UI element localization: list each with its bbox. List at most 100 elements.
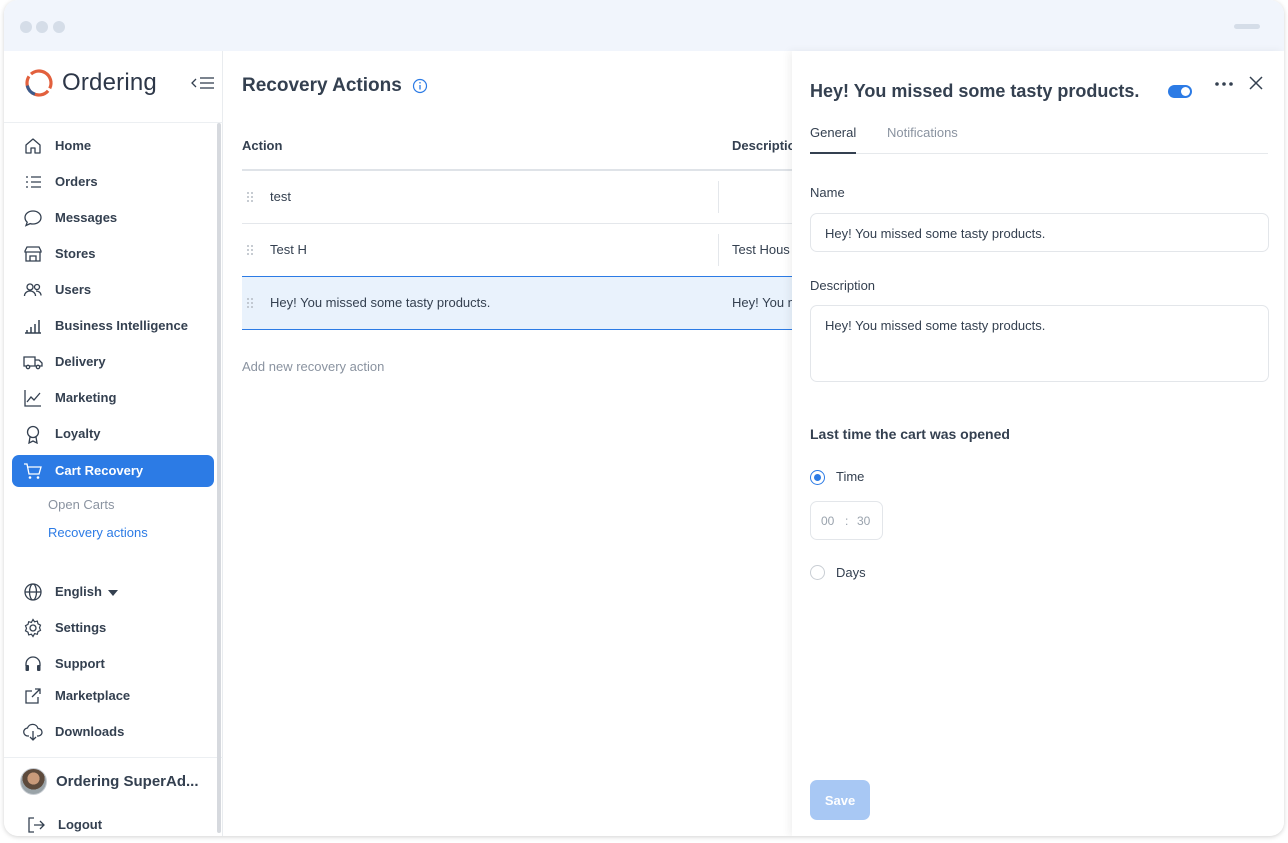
drag-handle-icon[interactable] bbox=[246, 297, 254, 309]
description-cell: Test Hous bbox=[732, 242, 790, 257]
line-chart-icon bbox=[24, 390, 41, 407]
user-profile[interactable]: Ordering SuperAd... bbox=[18, 767, 218, 797]
sidebar-item-home[interactable]: Home bbox=[12, 130, 214, 162]
sidebar-item-stores[interactable]: Stores bbox=[12, 238, 214, 270]
name-input[interactable]: Hey! You missed some tasty products. bbox=[810, 213, 1269, 252]
language-label: English bbox=[55, 584, 118, 599]
column-header-action: Action bbox=[242, 138, 283, 153]
logo: Ordering bbox=[24, 67, 157, 99]
recovery-action-detail-panel: Hey! You missed some tasty products. Gen… bbox=[792, 51, 1284, 836]
sidebar-item-label: Cart Recovery bbox=[55, 463, 144, 478]
sidebar-item-users[interactable]: Users bbox=[12, 274, 214, 306]
column-divider bbox=[718, 181, 719, 213]
sidebar: Ordering Home Orders Messages Stores Use… bbox=[4, 51, 223, 836]
page-title: Recovery Actions bbox=[242, 75, 402, 96]
collapse-menu-icon bbox=[191, 77, 214, 89]
sidebar-item-label: Settings bbox=[55, 620, 107, 635]
sidebar-item-label: Marketing bbox=[55, 390, 117, 405]
home-icon bbox=[25, 138, 41, 154]
description-textarea[interactable]: Hey! You missed some tasty products. bbox=[810, 305, 1269, 382]
sidebar-item-cart-recovery[interactable]: Cart Recovery bbox=[12, 455, 214, 487]
more-options-icon[interactable] bbox=[1212, 77, 1236, 91]
sidebar-item-label: Loyalty bbox=[55, 426, 101, 441]
panel-tabs: General Notifications bbox=[810, 125, 1268, 154]
chat-bubble-icon bbox=[24, 210, 42, 227]
sidebar-scrollbar[interactable] bbox=[217, 123, 221, 833]
action-cell: Test H bbox=[270, 242, 307, 257]
time-hours[interactable]: 00 bbox=[821, 514, 834, 528]
action-cell: Hey! You missed some tasty products. bbox=[270, 295, 491, 310]
time-separator: : bbox=[845, 514, 849, 528]
sidebar-item-label: Delivery bbox=[55, 354, 106, 369]
column-header-description: Descriptio bbox=[732, 138, 796, 153]
ordering-logo-icon bbox=[25, 69, 53, 97]
tab-notifications[interactable]: Notifications bbox=[887, 125, 958, 148]
window-dot bbox=[20, 21, 32, 33]
add-recovery-action-link[interactable]: Add new recovery action bbox=[242, 359, 384, 374]
sidebar-item-orders[interactable]: Orders bbox=[12, 166, 214, 198]
external-link-icon bbox=[25, 688, 41, 704]
language-selector[interactable]: English bbox=[12, 576, 214, 608]
gear-icon bbox=[24, 618, 42, 638]
action-cell: test bbox=[270, 189, 291, 204]
users-icon bbox=[23, 283, 42, 297]
sidebar-item-business-intelligence[interactable]: Business Intelligence bbox=[12, 310, 214, 342]
window-titlebar bbox=[4, 0, 1284, 51]
sidebar-subitem-recovery-actions[interactable]: Recovery actions bbox=[48, 525, 148, 540]
window-menu-bar bbox=[1234, 24, 1260, 29]
cart-icon bbox=[24, 463, 42, 479]
name-label: Name bbox=[810, 185, 845, 200]
description-cell: Hey! You m bbox=[732, 295, 792, 310]
sidebar-subitem-open-carts[interactable]: Open Carts bbox=[48, 497, 114, 512]
table-row[interactable]: Test H Test Hous bbox=[242, 224, 792, 276]
list-icon bbox=[26, 176, 41, 188]
sidebar-item-label: Messages bbox=[55, 210, 118, 225]
window-dot bbox=[53, 21, 65, 33]
tab-general[interactable]: General bbox=[810, 125, 857, 154]
days-radio-label: Days bbox=[836, 565, 866, 580]
table-row[interactable]: test bbox=[242, 171, 792, 223]
drag-handle-icon[interactable] bbox=[246, 191, 254, 203]
sidebar-item-loyalty[interactable]: Loyalty bbox=[12, 418, 214, 450]
sidebar-item-label: Stores bbox=[55, 246, 96, 261]
sidebar-item-support[interactable]: Support bbox=[12, 648, 214, 680]
divider bbox=[4, 757, 223, 758]
sidebar-item-label: Orders bbox=[55, 174, 98, 189]
globe-icon bbox=[24, 583, 42, 601]
sidebar-item-label: Marketplace bbox=[55, 688, 131, 703]
sidebar-item-label: Downloads bbox=[55, 724, 125, 739]
info-icon[interactable] bbox=[412, 78, 428, 94]
save-button[interactable]: Save bbox=[810, 780, 870, 820]
days-radio[interactable] bbox=[810, 565, 825, 580]
logout-label: Logout bbox=[58, 817, 103, 832]
close-icon[interactable] bbox=[1246, 73, 1266, 93]
bar-chart-icon bbox=[25, 320, 41, 334]
time-input[interactable]: 00 : 30 bbox=[810, 501, 883, 540]
divider bbox=[4, 122, 223, 123]
sidebar-item-marketplace[interactable]: Marketplace bbox=[12, 680, 214, 712]
drag-handle-icon[interactable] bbox=[246, 244, 254, 256]
user-name: Ordering SuperAd... bbox=[56, 773, 199, 790]
sidebar-item-label: Home bbox=[55, 138, 92, 153]
sidebar-item-settings[interactable]: Settings bbox=[12, 612, 214, 644]
enabled-toggle[interactable] bbox=[1168, 85, 1192, 98]
collapse-sidebar-button[interactable] bbox=[190, 73, 216, 93]
avatar bbox=[20, 768, 47, 795]
column-divider bbox=[718, 234, 719, 266]
truck-icon bbox=[23, 356, 43, 370]
time-minutes[interactable]: 30 bbox=[857, 514, 870, 528]
table-row-selected[interactable]: Hey! You missed some tasty products. Hey… bbox=[242, 276, 792, 330]
main-content: Recovery Actions Action Descriptio test … bbox=[224, 51, 796, 836]
award-icon bbox=[26, 425, 40, 444]
time-radio[interactable] bbox=[810, 470, 825, 485]
sidebar-item-label: Users bbox=[55, 282, 92, 297]
panel-title: Hey! You missed some tasty products. bbox=[810, 81, 1140, 101]
sidebar-item-messages[interactable]: Messages bbox=[12, 202, 214, 234]
sidebar-item-label: Support bbox=[55, 656, 105, 671]
sidebar-item-downloads[interactable]: Downloads bbox=[12, 716, 214, 748]
time-radio-label: Time bbox=[836, 469, 865, 484]
sidebar-item-marketing[interactable]: Marketing bbox=[12, 382, 214, 414]
sidebar-item-delivery[interactable]: Delivery bbox=[12, 346, 214, 378]
logout-button[interactable]: Logout bbox=[12, 809, 214, 836]
section-title: Last time the cart was opened bbox=[810, 426, 1010, 442]
